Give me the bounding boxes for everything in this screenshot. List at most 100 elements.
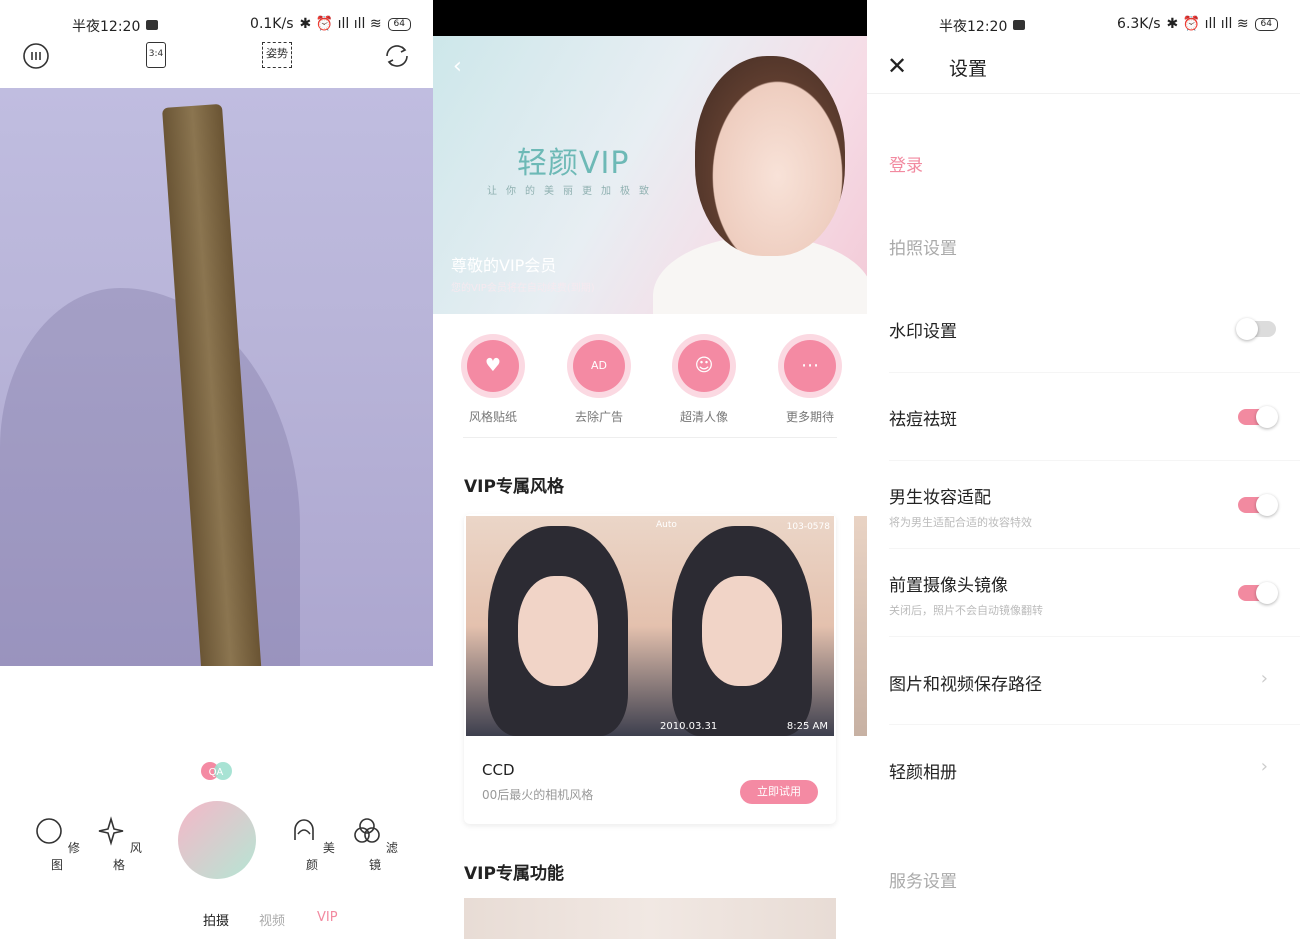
group-photo-label: 拍照设置 [889,239,957,259]
feature-photo-strip[interactable] [464,898,836,939]
ratio-button[interactable]: 3:4 [146,42,166,68]
toggle-knob [1256,494,1278,516]
feature-no-ads[interactable]: AD 去除广告 [559,340,639,425]
group-service-label: 服务设置 [889,872,957,892]
net-speed: 6.3K/s [1117,16,1161,32]
feature-no-ads-label: 去除广告 [574,410,623,424]
face-shape [518,576,598,686]
more-icon: ⋯ [784,340,836,392]
feature-hd-portrait[interactable]: ☺ 超清人像 [664,340,744,425]
setting-front-mirror[interactable]: 前置摄像头镜像 关闭后，照片不会自动镜像翻转 [889,571,1278,618]
separator [889,372,1300,373]
chevron-right-icon: › [1260,756,1268,777]
tool-style[interactable]: 风格 [94,816,144,873]
vip-screen: ‹ 轻颜VIP 让你的美丽更加极致 尊敬的VIP会员 您的VIP会员将在自动续费… [433,0,867,939]
qa-text: QA [209,767,224,778]
portrait-icon: ☺ [678,340,730,392]
overlay-time: 8:25 AM [786,721,828,732]
feature-stickers-label: 风格贴纸 [468,410,517,424]
battery-badge: 64 [1254,17,1278,31]
setting-watermark[interactable]: 水印设置 [889,317,1278,342]
flip-camera-icon[interactable] [383,42,411,70]
battery-badge: 64 [387,17,411,31]
shutter-button[interactable] [178,801,256,879]
signal-icon: ✱ ⏰ ıll ıll ≋ [1166,16,1249,32]
watermark-toggle[interactable] [1236,318,1276,340]
separator [889,548,1300,549]
group-header-photo: 拍照设置 [889,234,1278,259]
signal-icon: ✱ ⏰ ıll ıll ≋ [299,16,382,32]
overlay-counter: 103-0578 [786,522,830,532]
divider [463,437,837,438]
status-bar: 半夜12:20 6.3K/s ✱ ⏰ ıll ıll ≋ 64 [867,0,1300,50]
heart-icon: ♥ [467,340,519,392]
camera-viewfinder[interactable] [0,88,433,666]
ad-icon: AD [573,340,625,392]
front-mirror-label: 前置摄像头镜像 [889,576,1008,596]
status-time: 半夜12:20 [72,19,141,35]
male-makeup-sub: 将为男生适配合适的妆容特效 [889,516,1032,529]
mode-photo[interactable]: 拍摄 [203,910,229,929]
sample-photo-after: Auto 103-0578 2010.03.31 8:25 AM [650,516,834,736]
setting-male-makeup[interactable]: 男生妆容适配 将为男生适配合适的妆容特效 [889,483,1278,530]
style-card-ccd[interactable]: Auto 103-0578 2010.03.31 8:25 AM CCD 00后… [464,514,836,824]
close-icon[interactable]: ✕ [887,52,907,80]
setting-acne[interactable]: 祛痘祛斑 [889,405,1278,430]
member-title: 尊敬的VIP会员 [451,256,557,275]
chevron-right-icon: › [1260,668,1268,689]
overlay-date: 2010.03.31 [660,721,718,732]
mode-vip[interactable]: VIP [317,910,338,925]
screenshot-collage: 半夜12:20 0.1K/s ✱ ⏰ ıll ıll ≋ 64 3:4 姿势 Q… [0,0,1300,939]
setting-save-path[interactable]: 图片和视频保存路径 › [889,668,1278,695]
watermark-label: 水印设置 [889,322,957,342]
tool-retouch[interactable]: 修图 [32,816,82,873]
album-label: 轻颜相册 [889,763,957,783]
overlay-auto: Auto [656,520,677,530]
separator [889,460,1300,461]
settings-header: ✕ 设置 [867,44,1300,94]
qa-badge-icon[interactable]: QA [199,760,235,782]
feature-more[interactable]: ⋯ 更多期待 [770,340,850,425]
member-subtitle: 您的VIP会员将在自动续费(到期) [451,283,595,294]
setting-album[interactable]: 轻颜相册 › [889,756,1278,783]
sparkle-icon [98,816,124,846]
section-vip-style: VIP专属风格 [464,477,564,497]
circle-icon [36,818,62,844]
back-icon[interactable]: ‹ [453,54,462,79]
save-path-label: 图片和视频保存路径 [889,675,1042,695]
login-row[interactable]: 登录 [889,151,1278,176]
feature-stickers[interactable]: ♥ 风格贴纸 [453,340,533,425]
acne-toggle[interactable] [1238,406,1278,428]
message-icon [146,20,158,30]
login-link[interactable]: 登录 [889,151,1278,176]
filter-icon [354,818,380,843]
next-card-peek[interactable] [854,516,867,736]
camera-screen: 半夜12:20 0.1K/s ✱ ⏰ ıll ıll ≋ 64 3:4 姿势 Q… [0,0,433,939]
mode-video[interactable]: 视频 [259,910,285,929]
menu-icon[interactable] [22,42,50,70]
toggle-knob [1256,582,1278,604]
tool-filter[interactable]: 滤镜 [350,816,400,873]
pose-button[interactable]: 姿势 [262,42,292,68]
tool-beauty[interactable]: 美颜 [287,816,337,873]
try-now-button[interactable]: 立即试用 [740,780,818,804]
card-desc: 00后最火的相机风格 [482,788,594,802]
group-header-service: 服务设置 [889,867,1278,892]
separator [889,636,1300,637]
settings-screen: 半夜12:20 6.3K/s ✱ ⏰ ıll ıll ≋ 64 ✕ 设置 登录 … [867,0,1300,939]
model-face-image [695,56,845,256]
section-vip-features: VIP专属功能 [464,864,564,884]
page-title: 设置 [949,58,988,80]
sample-photo-before [466,516,650,736]
feature-hd-portrait-label: 超清人像 [679,410,728,424]
face-shape [702,576,782,686]
card-title: CCD [482,761,515,779]
status-time: 半夜12:20 [939,19,1008,35]
front-mirror-toggle[interactable] [1238,582,1278,604]
male-makeup-toggle[interactable] [1238,494,1278,516]
toggle-knob [1236,318,1258,340]
separator [889,724,1300,725]
message-icon [1013,20,1025,30]
banner-tagline: 让你的美丽更加极致 [487,186,658,197]
acne-label: 祛痘祛斑 [889,410,957,430]
